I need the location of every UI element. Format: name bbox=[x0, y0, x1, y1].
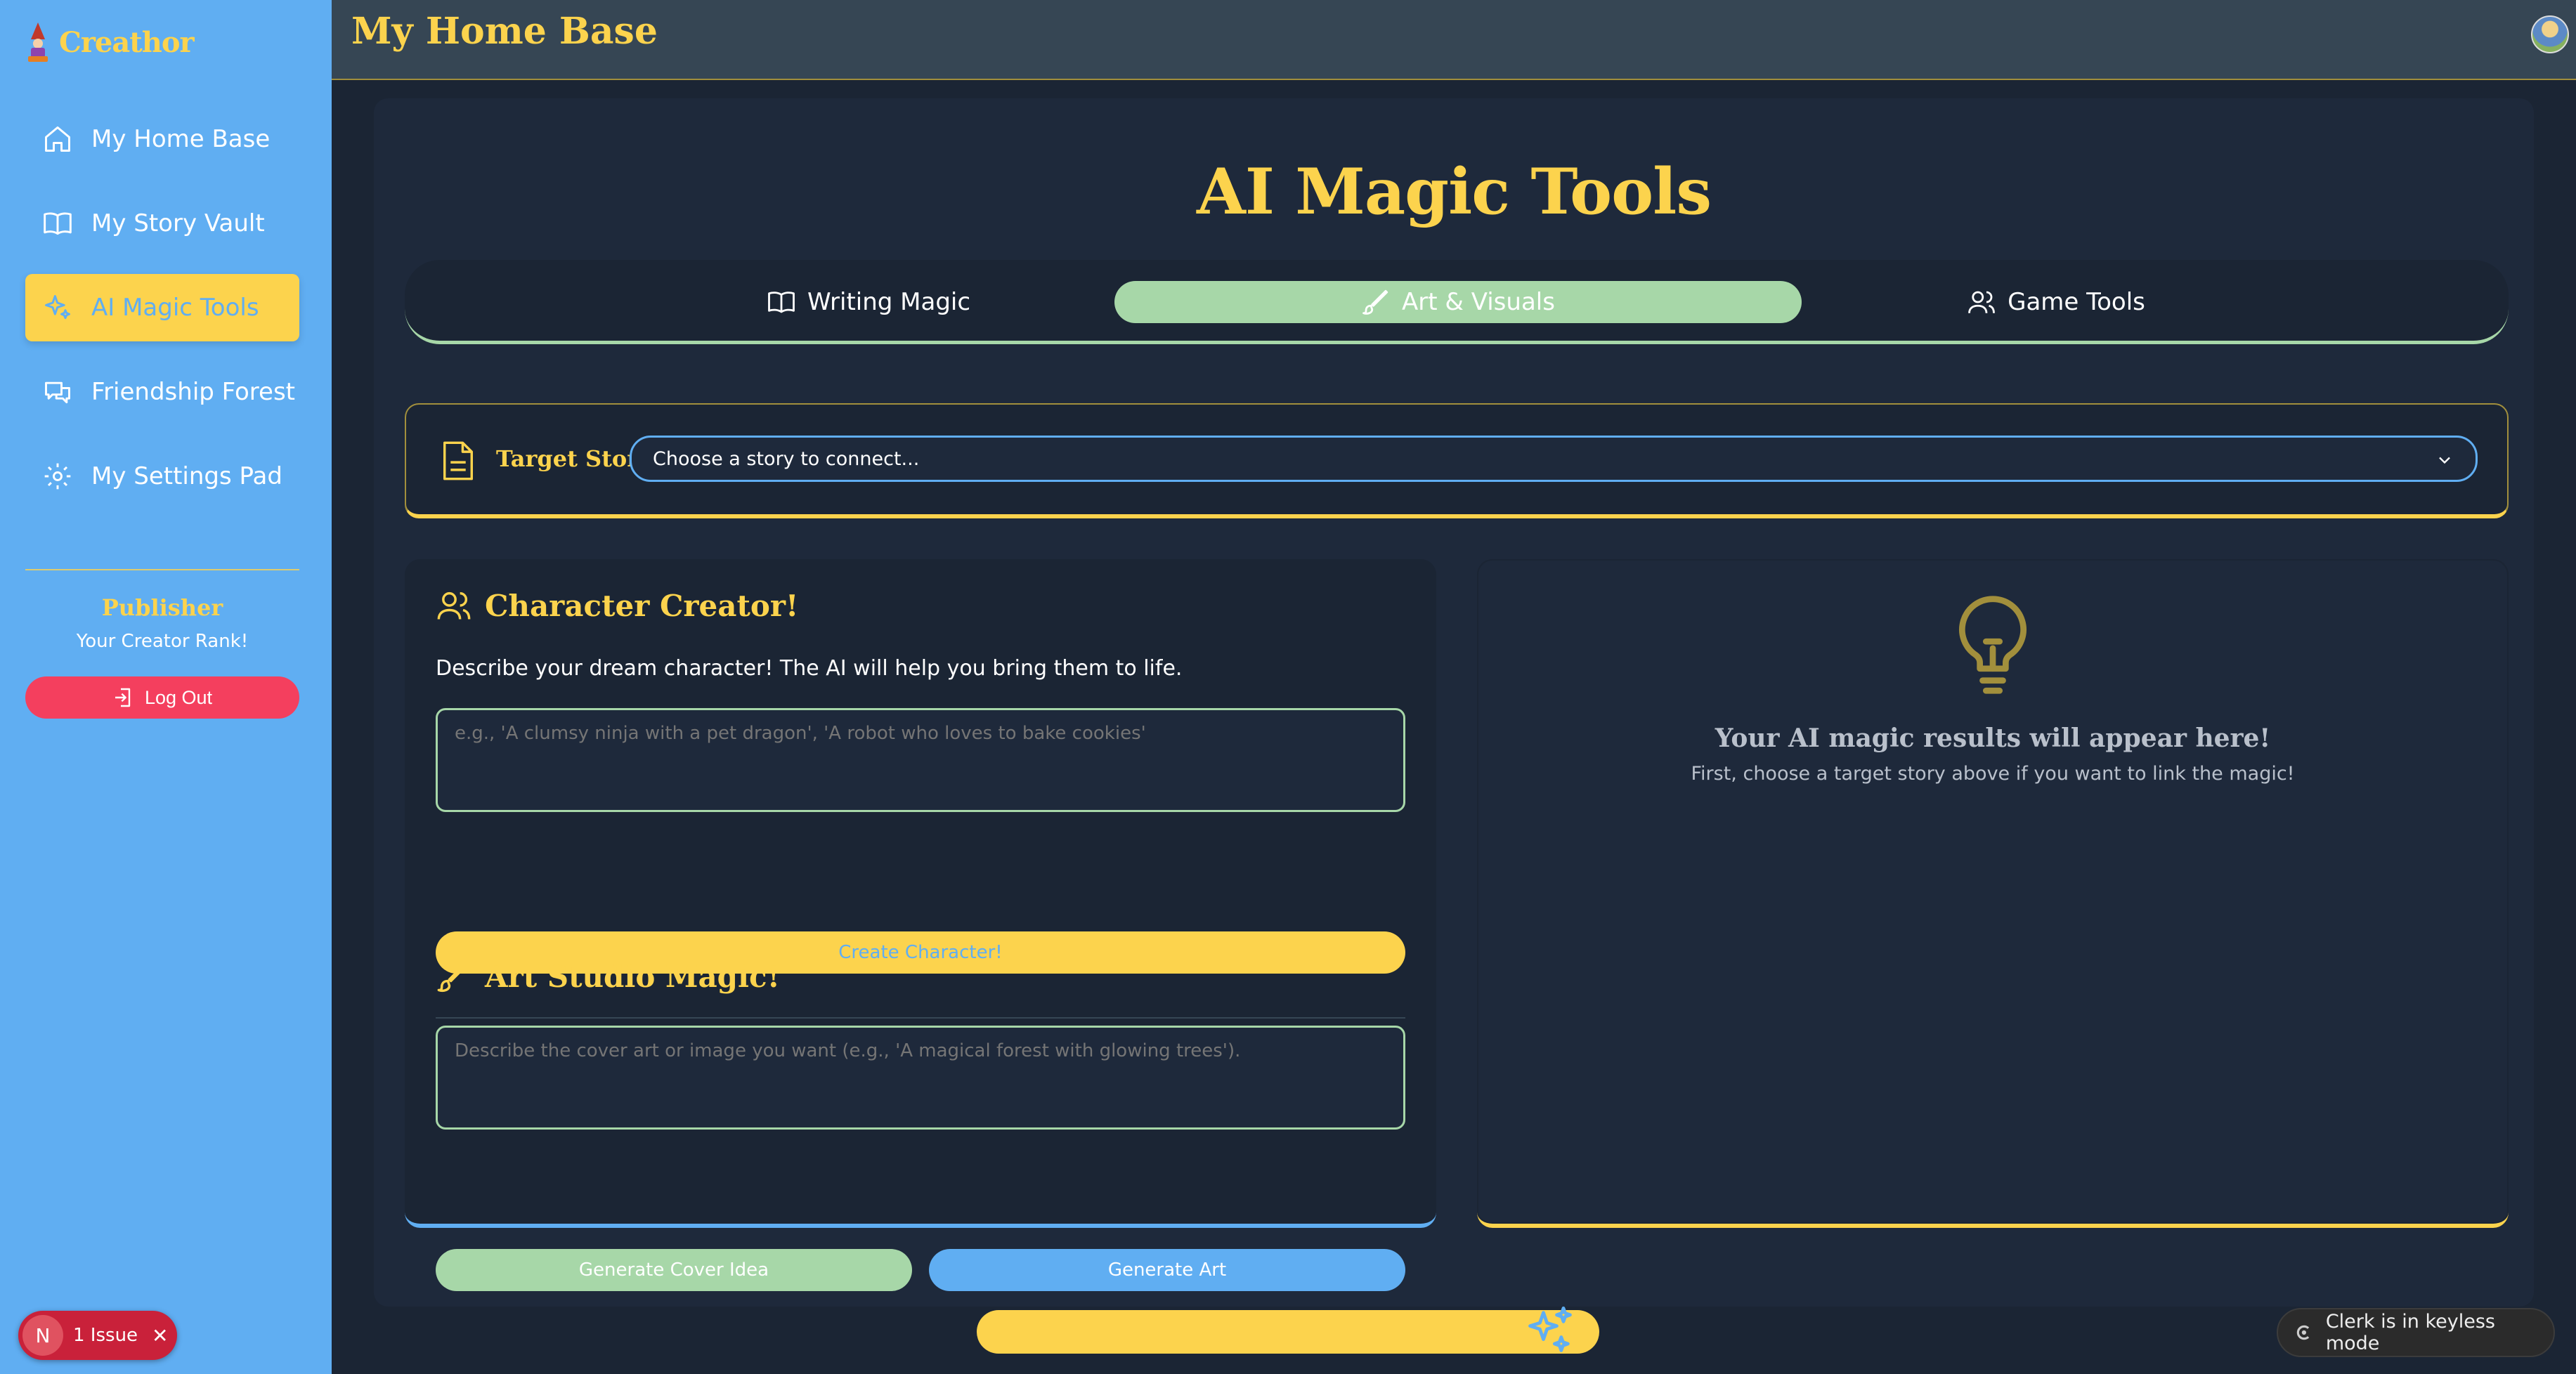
sidebar-item-home[interactable]: My Home Base bbox=[25, 105, 299, 173]
results-placeholder-title: Your AI magic results will appear here! bbox=[1715, 724, 2271, 753]
creator-rank-subtitle: Your Creator Rank! bbox=[76, 631, 249, 652]
main-panel: AI Magic Tools Writing Magic Art & Visua… bbox=[374, 98, 2534, 1307]
logout-button[interactable]: Log Out bbox=[25, 676, 299, 719]
book-icon bbox=[768, 292, 795, 313]
sparkles-icon bbox=[45, 295, 70, 320]
sparkles-icon[interactable] bbox=[1523, 1304, 1577, 1357]
brand[interactable]: Creathor bbox=[24, 20, 195, 65]
creator-rank-title: Publisher bbox=[101, 594, 223, 621]
sidebar-divider bbox=[25, 569, 299, 570]
sidebar-item-label: My Home Base bbox=[91, 125, 271, 153]
sidebar-item-story-vault[interactable]: My Story Vault bbox=[25, 190, 299, 257]
generate-cover-idea-button[interactable]: Generate Cover Idea bbox=[436, 1249, 912, 1291]
art-studio-title: Art Studio Magic! bbox=[436, 958, 780, 995]
character-creator-title: Character Creator! bbox=[436, 587, 798, 624]
page-header-title: My Home Base bbox=[351, 10, 658, 53]
brand-name: Creathor bbox=[59, 25, 195, 59]
tool-tabs: Writing Magic Art & Visuals Game Tools bbox=[405, 260, 2509, 344]
sidebar-item-label: AI Magic Tools bbox=[91, 294, 259, 322]
clerk-badge-label: Clerk is in keyless mode bbox=[2325, 1311, 2495, 1354]
results-card: Your AI magic results will appear here! … bbox=[1477, 559, 2509, 1228]
art-description-input[interactable] bbox=[436, 1026, 1405, 1130]
logout-label: Log Out bbox=[144, 686, 213, 708]
avatar[interactable] bbox=[2531, 15, 2569, 53]
target-story-card: Target Story: Choose a story to connect.… bbox=[405, 403, 2509, 518]
home-icon bbox=[45, 126, 70, 152]
tab-label: Writing Magic bbox=[807, 288, 971, 316]
sidebar-item-ai-magic-tools[interactable]: AI Magic Tools bbox=[25, 274, 299, 341]
generate-art-button[interactable]: Generate Art bbox=[929, 1249, 1405, 1291]
tab-game-tools[interactable]: Game Tools bbox=[1845, 281, 2267, 323]
tab-writing-magic[interactable]: Writing Magic bbox=[658, 281, 1079, 323]
issue-count: 1 Issue bbox=[73, 1325, 138, 1346]
creator-tools-card: Character Creator! Describe your dream c… bbox=[405, 559, 1436, 1291]
results-placeholder-subtitle: First, choose a target story above if yo… bbox=[1691, 763, 2295, 785]
tab-label: Art & Visuals bbox=[1402, 288, 1555, 316]
page-title: AI Magic Tools bbox=[1196, 155, 1712, 229]
sidebar-item-label: Friendship Forest bbox=[91, 378, 295, 406]
chevron-down-icon bbox=[2439, 457, 2450, 464]
close-icon[interactable]: ✕ bbox=[152, 1324, 168, 1347]
sidebar-item-settings-pad[interactable]: My Settings Pad bbox=[25, 443, 299, 510]
document-icon bbox=[443, 441, 473, 480]
top-bar: My Home Base bbox=[332, 0, 2576, 80]
next-logo-icon: N bbox=[22, 1315, 63, 1356]
brush-icon bbox=[437, 961, 469, 993]
story-select-value: Choose a story to connect... bbox=[653, 447, 920, 470]
tab-label: Game Tools bbox=[2008, 288, 2145, 316]
sidebar-item-label: My Settings Pad bbox=[91, 462, 282, 490]
chat-bubbles-icon bbox=[45, 381, 70, 404]
dev-issues-badge[interactable]: N 1 Issue ✕ bbox=[18, 1311, 177, 1360]
sidebar-item-friendship-forest[interactable]: Friendship Forest bbox=[25, 358, 299, 426]
users-icon bbox=[437, 591, 471, 620]
sidebar: Creathor My Home Base My Story Vault AI … bbox=[0, 0, 332, 1374]
gear-icon bbox=[44, 463, 71, 490]
character-description: Describe your dream character! The AI wi… bbox=[436, 656, 1183, 681]
section-title-text: Art Studio Magic! bbox=[485, 959, 780, 994]
logout-icon bbox=[115, 688, 131, 707]
lightbulb-icon bbox=[1959, 596, 2027, 694]
users-icon bbox=[1968, 291, 1995, 313]
book-icon bbox=[44, 212, 72, 235]
section-divider bbox=[436, 1017, 1405, 1019]
character-description-input[interactable] bbox=[436, 708, 1405, 812]
section-title-text: Character Creator! bbox=[485, 588, 799, 623]
story-select[interactable]: Choose a story to connect... bbox=[630, 436, 2478, 482]
wizard-logo-icon bbox=[28, 22, 48, 62]
tab-art-visuals[interactable]: Art & Visuals bbox=[1114, 281, 1802, 323]
sidebar-item-label: My Story Vault bbox=[91, 209, 265, 237]
brush-icon bbox=[1362, 289, 1388, 315]
clerk-logo-icon bbox=[2296, 1325, 2310, 1340]
clerk-keyless-badge[interactable]: Clerk is in keyless mode bbox=[2277, 1308, 2555, 1357]
floating-action-bar[interactable] bbox=[977, 1310, 1599, 1354]
